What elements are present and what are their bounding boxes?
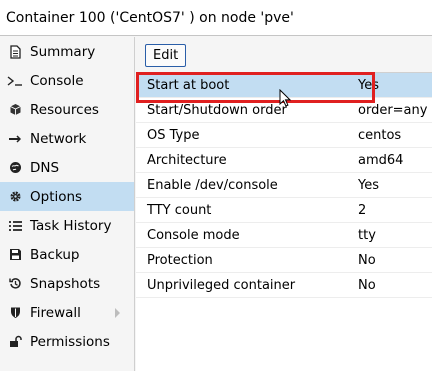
option-name: Unprivileged container (136, 272, 348, 298)
resources-icon (6, 102, 24, 118)
sidebar-item-label: Network (30, 130, 87, 147)
option-value: No (348, 247, 432, 273)
table-row[interactable]: Architecture amd64 (136, 147, 432, 173)
toolbar: Edit (136, 37, 432, 73)
sidebar-item-label: Snapshots (30, 275, 101, 292)
options-panel: Edit Start at boot Yes Start/Shutdown or… (136, 37, 432, 371)
dns-icon (6, 160, 24, 176)
sidebar-item-label: Permissions (30, 333, 110, 350)
sidebar-item-label: Firewall (30, 304, 81, 321)
sidebar-item-label: DNS (30, 159, 60, 176)
sidebar-item-label: Options (30, 188, 83, 205)
mouse-cursor-icon (279, 88, 292, 111)
option-value: Yes (348, 172, 432, 198)
option-value: amd64 (348, 147, 432, 173)
sidebar-item-summary[interactable]: Summary (0, 37, 134, 66)
sidebar-item-label: Backup (30, 246, 80, 263)
table-row[interactable]: Console mode tty (136, 222, 432, 248)
sidebar-item-label: Task History (30, 217, 112, 234)
option-value: centos (348, 122, 432, 148)
option-name: TTY count (136, 197, 348, 223)
option-name: Start at boot (136, 73, 348, 98)
sidebar-item-network[interactable]: Network (0, 124, 134, 153)
option-name: Start/Shutdown order (136, 97, 348, 123)
console-icon (6, 73, 24, 89)
sidebar-item-console[interactable]: Console (0, 66, 134, 95)
sidebar: Summary Console Resources Network DNS Op… (0, 37, 135, 371)
window-title-bar: Container 100 ('CentOS7' ) on node 'pve' (0, 0, 432, 36)
option-value: No (348, 272, 432, 298)
sidebar-item-options[interactable]: Options (0, 182, 134, 211)
sidebar-item-resources[interactable]: Resources (0, 95, 134, 124)
option-name: Protection (136, 247, 348, 273)
sidebar-item-label: Console (30, 72, 84, 89)
network-icon (6, 131, 24, 147)
history-icon (6, 276, 24, 292)
option-value: Yes (348, 73, 432, 98)
floppy-icon (6, 247, 24, 263)
sidebar-item-label: Summary (30, 43, 96, 60)
shield-icon (6, 305, 24, 321)
option-value: 2 (348, 197, 432, 223)
option-name: Enable /dev/console (136, 172, 348, 198)
sidebar-item-snapshots[interactable]: Snapshots (0, 269, 134, 298)
table-row[interactable]: TTY count 2 (136, 197, 432, 223)
sidebar-item-permissions[interactable]: Permissions (0, 327, 134, 356)
sidebar-item-task-history[interactable]: Task History (0, 211, 134, 240)
unlock-icon (6, 334, 24, 350)
sidebar-item-backup[interactable]: Backup (0, 240, 134, 269)
option-name: OS Type (136, 122, 348, 148)
option-value: order=any (348, 97, 432, 123)
page-title: Container 100 ('CentOS7' ) on node 'pve' (6, 9, 294, 26)
gear-icon (6, 189, 24, 205)
list-icon (6, 218, 24, 234)
table-row[interactable]: Unprivileged container No (136, 272, 432, 298)
submenu-arrow-icon[interactable] (115, 308, 120, 318)
sidebar-item-dns[interactable]: DNS (0, 153, 134, 182)
option-name: Architecture (136, 147, 348, 173)
sidebar-item-firewall[interactable]: Firewall (0, 298, 134, 327)
sidebar-item-label: Resources (30, 101, 99, 118)
table-row[interactable]: Enable /dev/console Yes (136, 172, 432, 198)
option-value: tty (348, 222, 432, 248)
summary-icon (6, 44, 24, 60)
option-name: Console mode (136, 222, 348, 248)
edit-button[interactable]: Edit (145, 44, 187, 67)
table-row[interactable]: Protection No (136, 247, 432, 273)
table-row[interactable]: OS Type centos (136, 122, 432, 148)
